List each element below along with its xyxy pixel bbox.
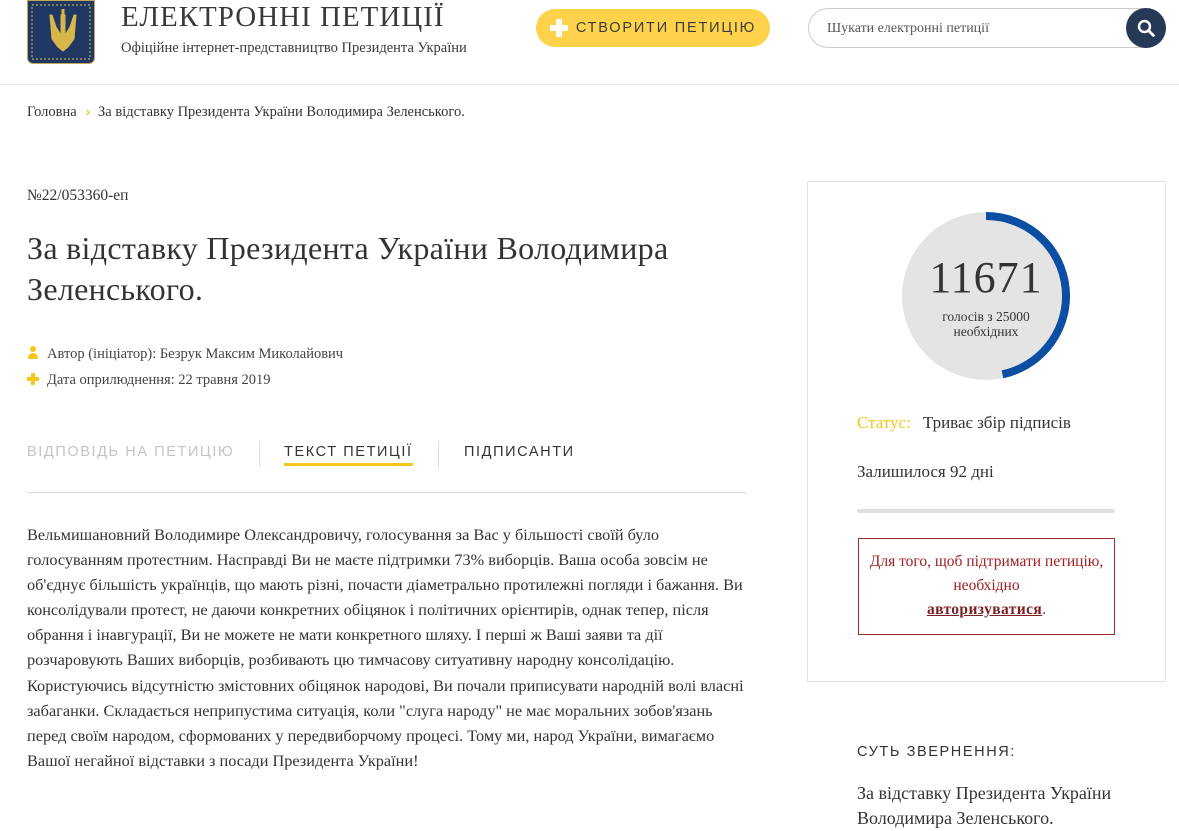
login-link[interactable]: авторизуватися [927, 601, 1042, 618]
plus-icon [27, 372, 39, 386]
chevron-right-icon: › [85, 104, 91, 119]
breadcrumb: Головна › За відставку Президента України … [27, 104, 465, 121]
breadcrumb-home-link[interactable]: Головна [27, 104, 77, 120]
petition-text: Вельмишановний Володимире Олександровичу… [27, 525, 744, 770]
date-text: Дата оприлюднення: 22 травня 2019 [47, 372, 271, 388]
auth-notice: Для того, щоб підтримати петицію, необхі… [858, 538, 1115, 635]
petition-author: Автор (ініціатор): Безрук Максим Миколай… [27, 346, 343, 363]
user-icon [27, 346, 39, 360]
essence-label: СУТЬ ЗВЕРНЕННЯ: [857, 744, 1016, 760]
tab-answer: ВІДПОВІДЬ НА ПЕТИЦІЮ [27, 444, 235, 460]
site-subtitle: Офіційне інтернет-представництво Президе… [121, 40, 467, 56]
petition-title: За відставку Президента України Володими… [27, 230, 669, 307]
create-petition-label: СТВОРИТИ ПЕТИЦІЮ [575, 20, 757, 36]
search-box [808, 8, 1166, 48]
status-label: Статус: [857, 413, 911, 432]
site-title[interactable]: ЕЛЕКТРОННІ ПЕТИЦІЇ [121, 1, 445, 34]
site-header: ЕЛЕКТРОННІ ПЕТИЦІЇ Офіційне інтернет-пре… [0, 0, 1179, 85]
tab-petition-text[interactable]: ТЕКСТ ПЕТИЦІЇ [284, 444, 413, 466]
search-icon [1137, 19, 1155, 37]
petition-number: №22/053360-еп [27, 187, 129, 204]
votes-count: 11671 [929, 253, 1043, 302]
auth-text: Для того, щоб підтримати петицію, необхі… [869, 553, 1104, 594]
petition-date: Дата оприлюднення: 22 травня 2019 [27, 372, 271, 389]
auth-text-end: . [1042, 601, 1047, 618]
tab-divider [259, 441, 260, 467]
essence-text: За відставку Президента України Володими… [857, 783, 1112, 828]
trident-logo-icon[interactable] [27, 0, 95, 64]
breadcrumb-current: За відставку Президента України Володими… [98, 104, 465, 120]
remaining-bar [857, 509, 1115, 513]
tab-signatories[interactable]: ПІДПИСАНТИ [464, 444, 575, 460]
votes-label: голосів з 25000 необхідних [942, 309, 1030, 339]
petition-status: Статус: Триває збір підписів [857, 413, 1071, 433]
days-remaining: Залишилося 92 дні [857, 462, 994, 481]
create-petition-button[interactable]: СТВОРИТИ ПЕТИЦІЮ [536, 9, 770, 47]
plus-icon [549, 19, 568, 37]
petition-tabs: ВІДПОВІДЬ НА ПЕТИЦІЮ ТЕКСТ ПЕТИЦІЇ ПІДПИ… [27, 440, 747, 493]
status-value: Триває збір підписів [922, 413, 1071, 432]
author-text: Автор (ініціатор): Безрук Максим Миколай… [47, 346, 344, 362]
tab-divider [438, 441, 439, 467]
search-button[interactable] [1126, 8, 1166, 48]
search-input[interactable] [825, 17, 1119, 41]
